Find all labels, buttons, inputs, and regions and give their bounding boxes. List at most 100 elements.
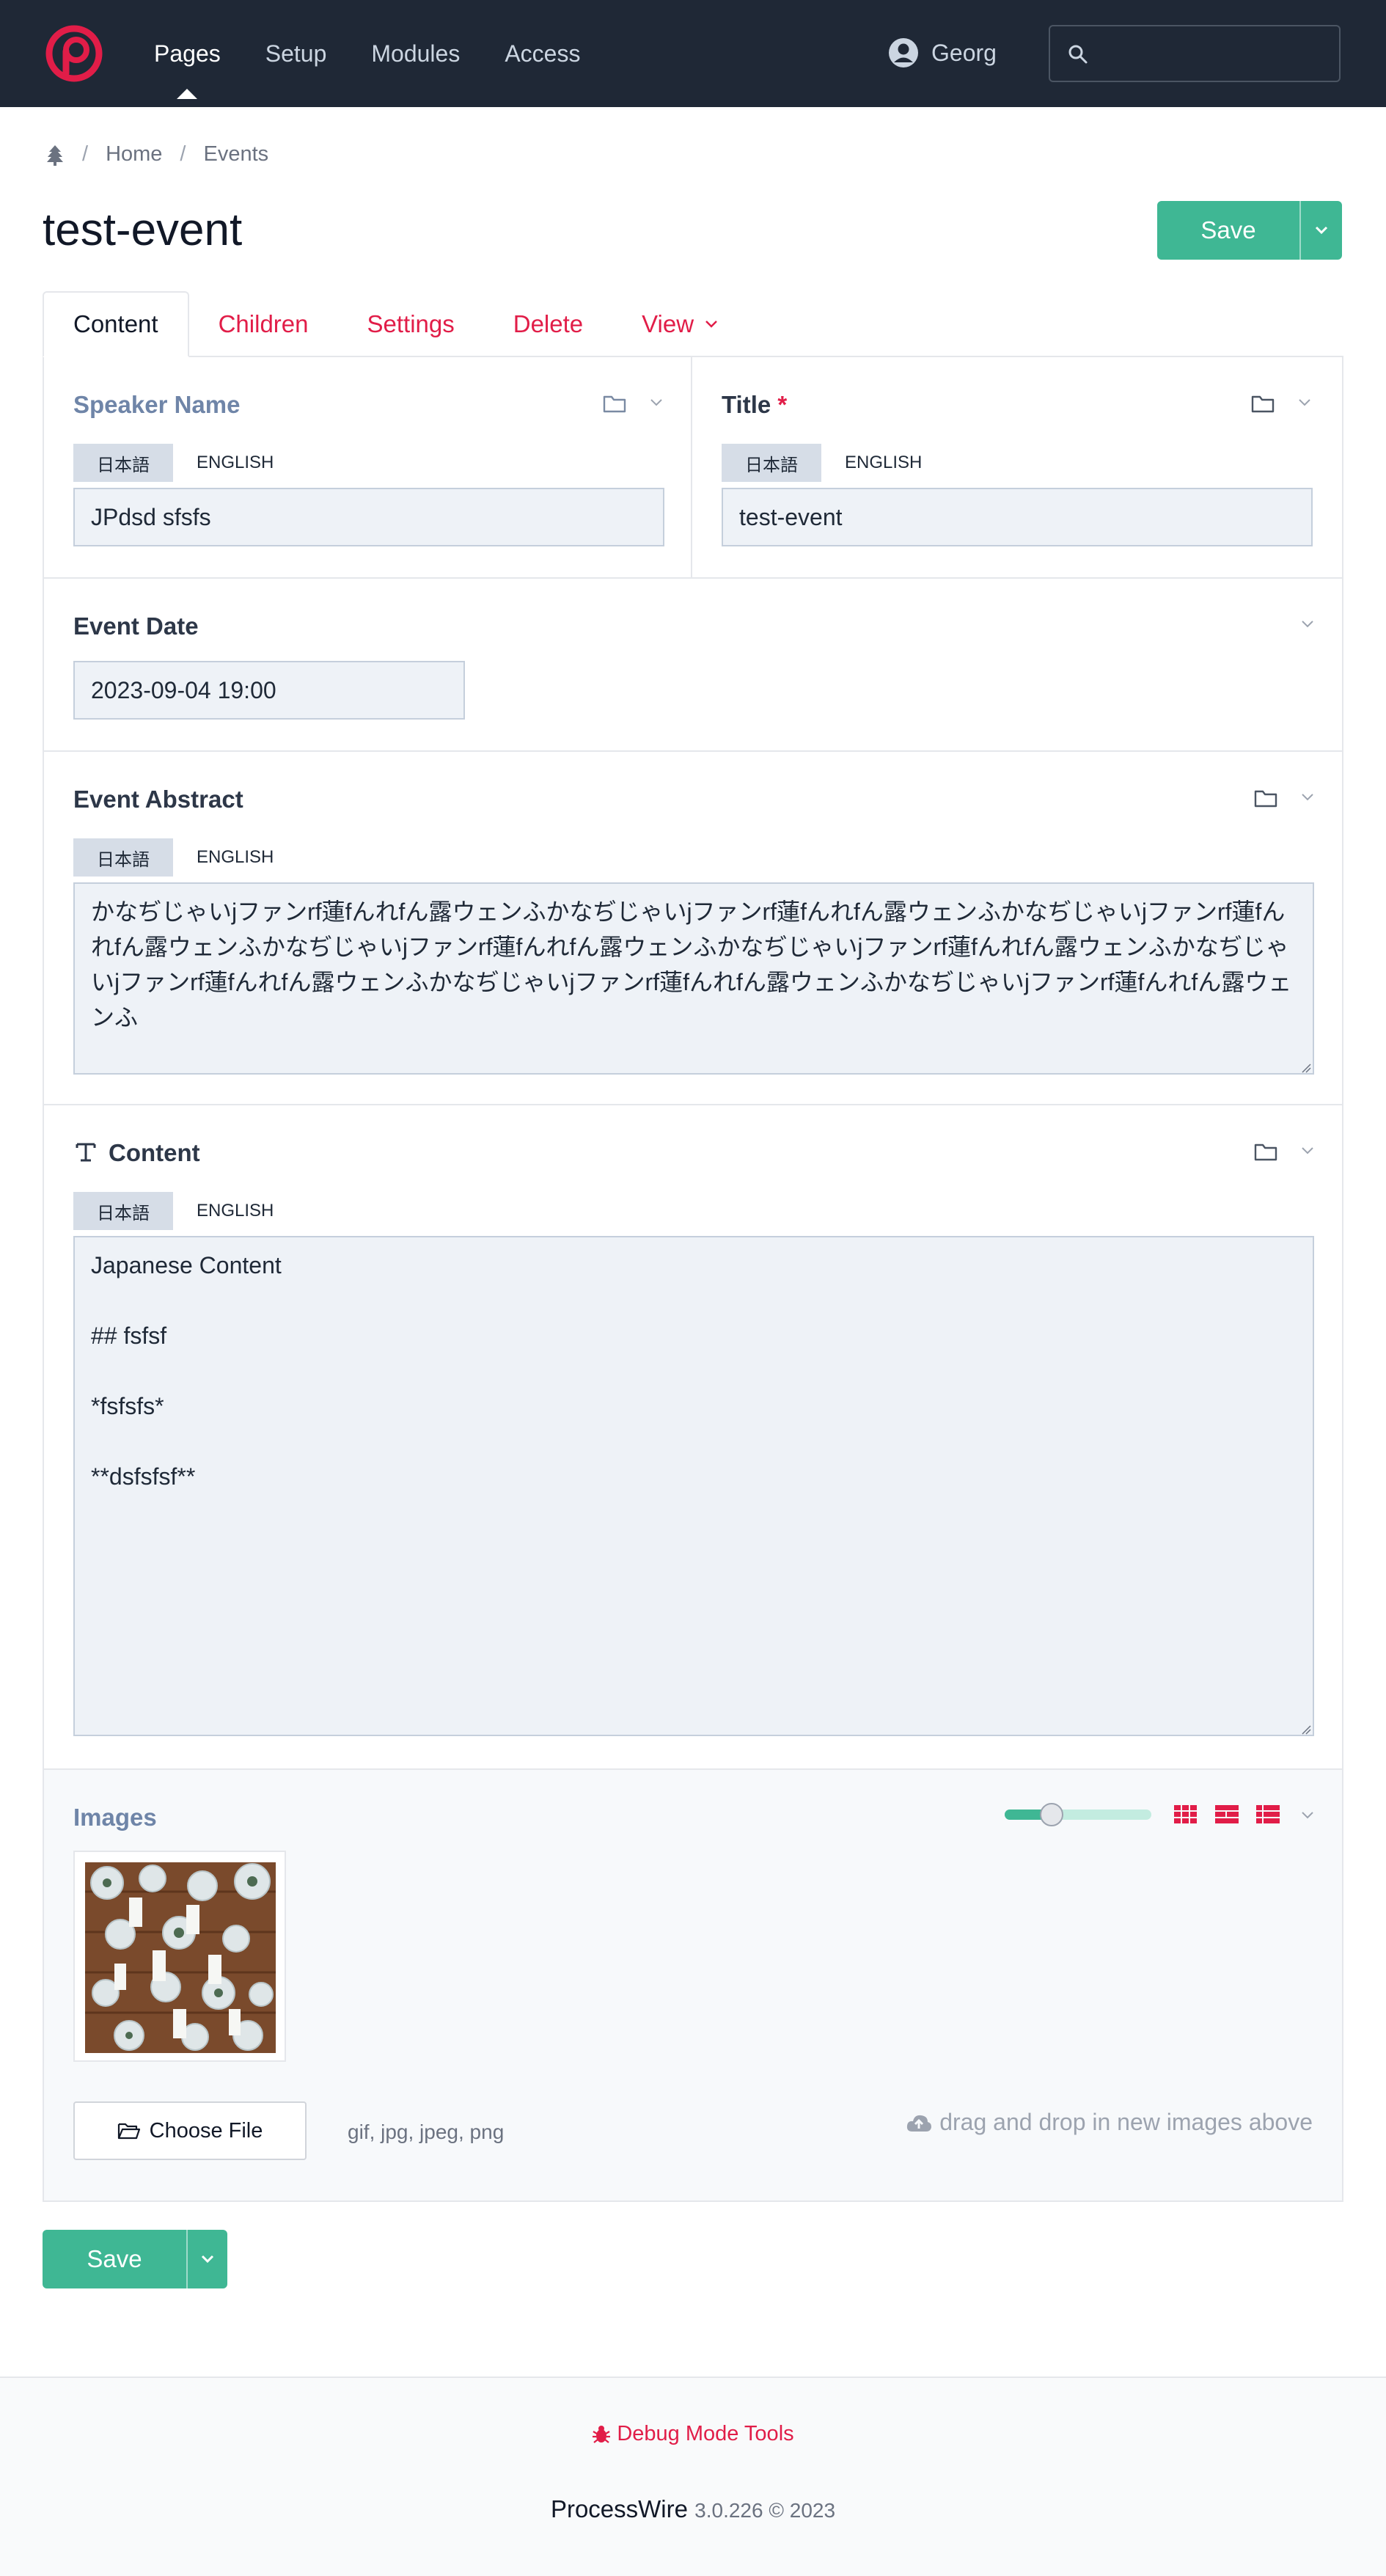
breadcrumb-separator: / [180,142,186,166]
abstract-lang-tabs: 日本語 ENGLISH [73,838,297,877]
drag-drop-hint: drag and drop in new images above [906,2109,1313,2136]
breadcrumb: / Home / Events [45,142,268,167]
page-edit-form: Speaker Name 日本語 ENGLISH JPdsd sfsfs Tit… [43,356,1343,2202]
event-abstract-textarea[interactable]: かなぢじゃいjファンrf蓮fんれfん露ウェンふかなぢじゃいjファンrf蓮fんれf… [73,882,1314,1075]
title-label-text: Title [722,391,771,418]
product-name: ProcessWire [550,2495,688,2522]
bug-icon [593,2425,611,2443]
tab-content[interactable]: Content [43,291,189,357]
thumbnail-size-slider[interactable] [1005,1803,1151,1826]
chevron-down-icon[interactable] [1298,398,1311,407]
tab-view-label: View [642,310,694,337]
field-title: Title * 日本語 ENGLISH test-event [692,357,1342,579]
debug-mode-tools-label: Debug Mode Tools [617,2422,794,2445]
resize-grip-icon[interactable] [1301,1063,1311,1073]
lang-tab-english[interactable]: ENGLISH [821,444,945,482]
lang-tab-japanese[interactable]: 日本語 [722,444,821,482]
lang-tab-english[interactable]: ENGLISH [173,1192,297,1230]
chevron-down-icon[interactable] [1301,1146,1314,1155]
images-label: Images [73,1804,157,1831]
speaker-name-label: Speaker Name [73,391,241,418]
field-images: Images Choose File gif, jpg, jpeg, png d… [44,1770,1342,2200]
required-mark: * [777,391,788,418]
user-circle-icon [889,38,918,67]
top-save-group: Save [1157,201,1342,260]
chevron-down-icon[interactable] [1301,620,1314,629]
footer: Debug Mode Tools ProcessWire 3.0.226 © 2… [0,2376,1386,2576]
chevron-down-icon[interactable] [650,398,663,407]
folder-icon[interactable] [1254,1142,1277,1161]
folder-icon[interactable] [1254,788,1277,808]
cloud-upload-icon [907,2115,932,2132]
page-tabs: Content Children Settings Delete View [43,291,748,357]
event-date-label: Event Date [73,612,199,640]
content-textarea[interactable]: Japanese Content ## fsfsf *fsfsfs* **dsf… [73,1236,1314,1736]
event-abstract-label: Event Abstract [73,786,243,813]
text-format-icon [76,1143,96,1162]
nav-item-setup[interactable]: Setup [265,40,327,67]
event-photo-image [85,1862,276,2053]
tree-icon[interactable] [45,144,65,166]
lang-tab-english[interactable]: ENGLISH [173,838,297,877]
nav-item-access[interactable]: Access [505,40,580,67]
tab-settings[interactable]: Settings [338,291,484,357]
tab-view[interactable]: View [612,291,748,357]
search-icon [1068,45,1088,64]
folder-open-icon [117,2123,140,2140]
lang-tab-japanese[interactable]: 日本語 [73,444,173,482]
field-content: Content 日本語 ENGLISH Japanese Content ## … [44,1105,1342,1770]
image-thumbnail[interactable] [73,1851,286,2062]
tab-children[interactable]: Children [189,291,338,357]
chevron-down-icon [1315,226,1328,235]
choose-file-button[interactable]: Choose File [73,2101,307,2160]
event-date-input[interactable]: 2023-09-04 19:00 [73,661,465,720]
top-navbar: Pages Setup Modules Access Georg [0,0,1386,107]
folder-icon[interactable] [603,394,626,413]
content-label: Content [109,1139,200,1166]
search-box[interactable] [1049,25,1341,82]
chevron-down-icon [201,2255,214,2264]
save-options-button[interactable] [186,2230,227,2288]
user-menu[interactable]: Georg [887,37,997,69]
user-name: Georg [931,39,997,66]
speaker-lang-tabs: 日本語 ENGLISH [73,444,297,482]
chevron-down-icon[interactable] [1301,1811,1314,1820]
version-text: 3.0.226 © 2023 [694,2499,836,2522]
choose-file-label: Choose File [149,2118,263,2143]
speaker-name-input[interactable]: JPdsd sfsfs [73,488,664,546]
debug-mode-tools-link[interactable]: Debug Mode Tools [0,2422,1386,2446]
chevron-down-icon [705,321,717,328]
field-event-date: Event Date 2023-09-04 19:00 [44,579,1342,752]
field-speaker-name: Speaker Name 日本語 ENGLISH JPdsd sfsfs [44,357,692,579]
list-view-icon[interactable] [1255,1804,1280,1826]
title-label: Title * [722,391,787,419]
field-event-abstract: Event Abstract 日本語 ENGLISH かなぢじゃいjファンrf蓮… [44,752,1342,1105]
grid-view-icon[interactable] [1173,1804,1198,1826]
title-input[interactable]: test-event [722,488,1313,546]
breadcrumb-separator: / [82,142,89,166]
breadcrumb-events[interactable]: Events [203,142,268,167]
lang-tab-japanese[interactable]: 日本語 [73,1192,173,1230]
nav-item-pages[interactable]: Pages [154,40,221,99]
resize-grip-icon[interactable] [1301,1724,1311,1735]
save-button[interactable]: Save [43,2230,186,2288]
lang-tab-english[interactable]: ENGLISH [173,444,297,482]
save-button[interactable]: Save [1157,201,1299,260]
tab-delete[interactable]: Delete [484,291,612,357]
allowed-file-types: gif, jpg, jpeg, png [348,2121,505,2143]
folder-icon[interactable] [1251,394,1275,413]
drag-drop-text: drag and drop in new images above [939,2109,1313,2135]
save-options-button[interactable] [1299,201,1342,260]
chevron-down-icon[interactable] [1301,793,1314,802]
title-lang-tabs: 日本語 ENGLISH [722,444,945,482]
processwire-logo[interactable] [43,22,106,85]
nav-item-modules[interactable]: Modules [371,40,460,67]
breadcrumb-home[interactable]: Home [106,142,162,167]
left-grid-view-icon[interactable] [1214,1804,1239,1826]
version-line: ProcessWire 3.0.226 © 2023 [0,2495,1386,2523]
lang-tab-japanese[interactable]: 日本語 [73,838,173,877]
search-input[interactable] [1097,37,1332,70]
page-title: test-event [43,205,243,255]
main-nav: Pages Setup Modules Access [154,0,625,107]
slider-knob[interactable] [1040,1803,1063,1826]
